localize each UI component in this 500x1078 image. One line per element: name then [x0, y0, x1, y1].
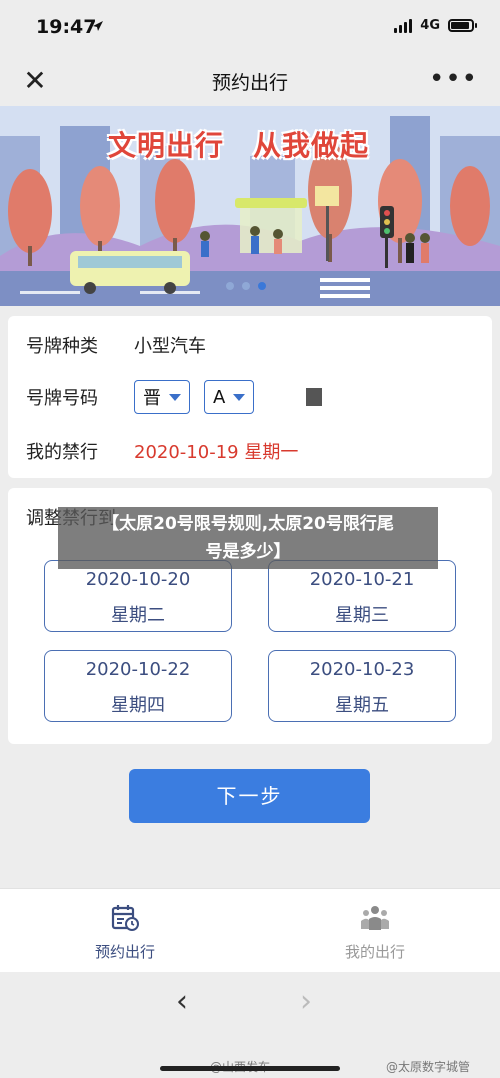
banner-pagination: [226, 282, 266, 290]
banner-slogan: 文明出行 从我做起: [108, 129, 370, 162]
home-indicator[interactable]: [160, 1066, 340, 1071]
tab-label: 我的出行: [344, 943, 405, 961]
plate-type-row: 号牌种类 小型汽车: [26, 330, 206, 360]
option-date: 2020-10-22: [85, 659, 191, 680]
overlay-caption-line1: 【太原20号限号规则,太原20号限行尾: [102, 514, 394, 534]
back-arrow-icon[interactable]: ‹: [176, 984, 188, 1019]
province-select[interactable]: 晋: [134, 380, 190, 414]
tab-my-trips[interactable]: 我的出行: [250, 889, 500, 973]
vehicle-info-card: 号牌种类 小型汽车 号牌号码 晋 A 我的禁行 2020-10-19 星期一: [8, 316, 492, 478]
text-cursor: [306, 388, 323, 406]
tab-label: 预约出行: [94, 943, 155, 961]
more-icon[interactable]: •••: [429, 64, 478, 94]
page-title: 预约出行: [211, 72, 288, 94]
banner-dot-active[interactable]: [258, 282, 266, 290]
province-select-value: 晋: [143, 388, 161, 409]
status-time: 19:47: [36, 16, 97, 38]
banner-image[interactable]: 文明出行 从我做起: [0, 106, 500, 306]
restriction-label: 我的禁行: [26, 442, 98, 463]
plate-number-label: 号牌号码: [26, 388, 98, 409]
forward-arrow-icon[interactable]: ›: [300, 984, 312, 1019]
signal-icon: [394, 18, 413, 33]
people-icon: [361, 906, 389, 930]
network-label: 4G: [420, 18, 440, 33]
restriction-row: 我的禁行 2020-10-19 星期一: [26, 436, 298, 466]
letter-select[interactable]: A: [204, 380, 255, 414]
watermark-right: @太原数字城管: [386, 1060, 471, 1074]
banner-dot[interactable]: [242, 282, 250, 290]
chevron-down-icon: [169, 393, 181, 401]
location-arrow-icon: [93, 21, 103, 31]
option-weekday: 星期三: [335, 605, 389, 626]
chevron-down-icon: [233, 393, 246, 401]
restriction-value: 2020-10-19 星期一: [134, 442, 299, 463]
plate-type-label: 号牌种类: [26, 336, 98, 357]
banner-dot[interactable]: [226, 282, 234, 290]
option-date: 2020-10-23: [309, 659, 415, 680]
overlay-caption: 【太原20号限号规则,太原20号限行尾 号是多少】: [58, 507, 438, 569]
next-button[interactable]: 下一步: [129, 769, 370, 823]
nav-bar: ✕ 预约出行 •••: [0, 56, 500, 106]
tab-book-trip[interactable]: 预约出行: [0, 889, 250, 973]
status-bar: 19:47 4G: [0, 0, 500, 56]
browser-nav-bar: ‹ › @山西发布 @太原数字城管: [0, 972, 500, 1078]
battery-icon: [448, 19, 477, 32]
calendar-icon: [111, 905, 139, 931]
date-option[interactable]: 2020-10-22 星期四: [44, 650, 232, 722]
overlay-caption-line2: 号是多少】: [205, 542, 291, 562]
tab-bar: 预约出行 我的出行: [0, 888, 500, 972]
letter-select-value: A: [213, 386, 226, 408]
date-option[interactable]: 2020-10-23 星期五: [268, 650, 456, 722]
plate-type-value: 小型汽车: [134, 336, 206, 357]
plate-number-row: 号牌号码 晋 A: [26, 379, 329, 415]
option-weekday: 星期五: [335, 695, 389, 716]
date-option[interactable]: 2020-10-21 星期三: [268, 560, 456, 632]
option-date: 2020-10-20: [85, 569, 191, 590]
option-weekday: 星期二: [111, 605, 165, 626]
date-option[interactable]: 2020-10-20 星期二: [44, 560, 232, 632]
option-weekday: 星期四: [111, 695, 165, 716]
plate-number-input[interactable]: [268, 380, 329, 414]
option-date: 2020-10-21: [309, 569, 415, 590]
